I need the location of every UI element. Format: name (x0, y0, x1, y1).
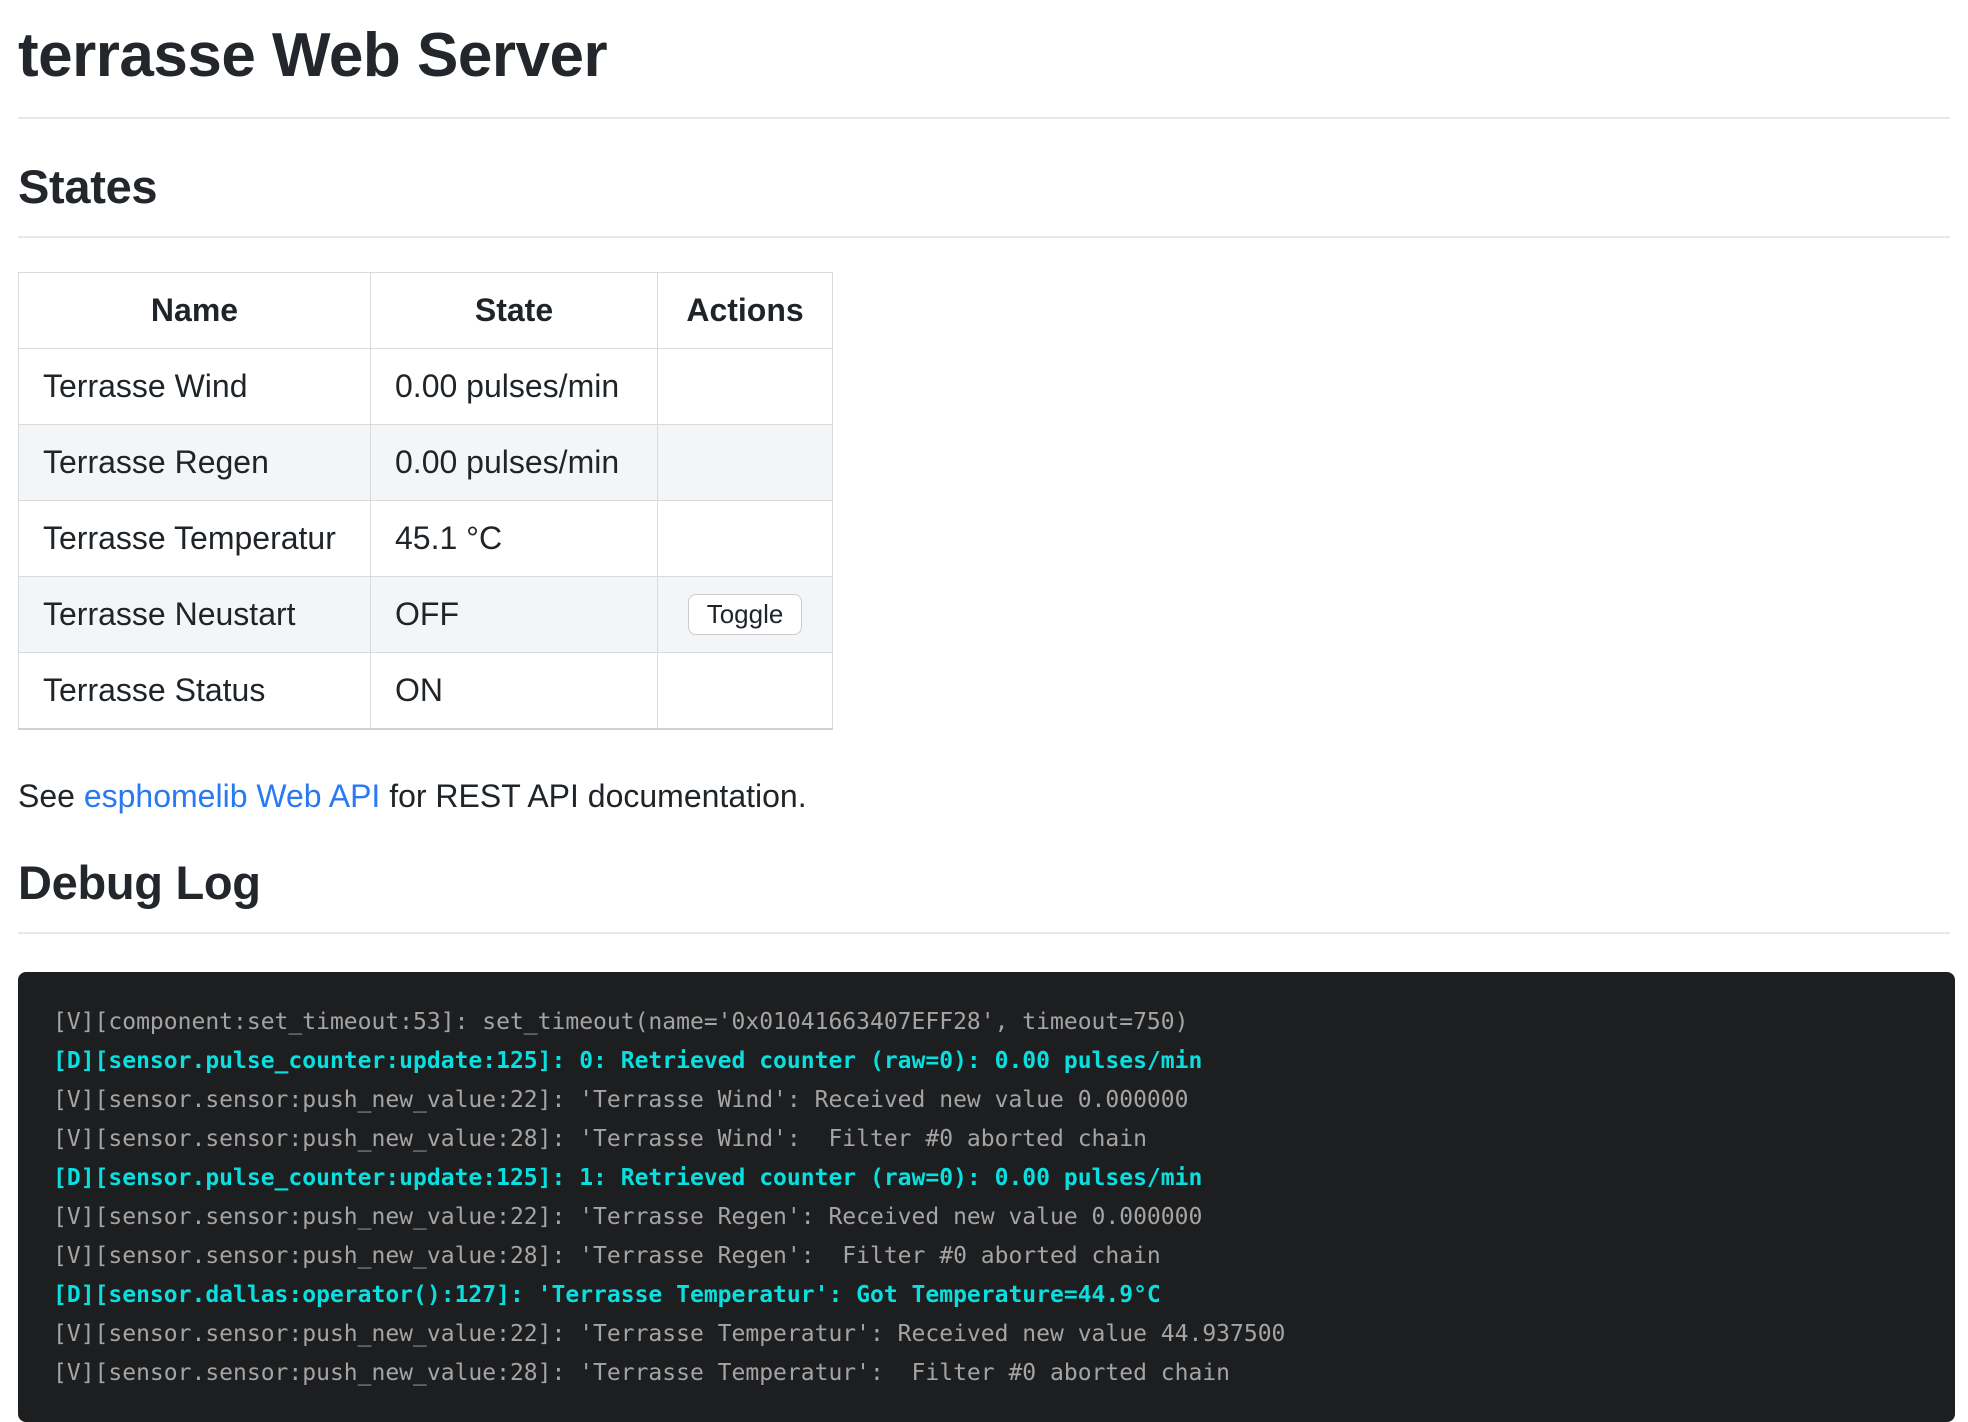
column-header-state: State (371, 273, 658, 349)
states-section-title: States (18, 159, 1950, 214)
log-line: [D][sensor.pulse_counter:update:125]: 0:… (53, 1042, 1955, 1081)
log-line: [V][sensor.sensor:push_new_value:22]: 'T… (53, 1198, 1955, 1237)
log-line: [V][sensor.sensor:push_new_value:28]: 'T… (53, 1237, 1955, 1276)
state-value: 0.00 pulses/min (371, 349, 658, 425)
log-line: [V][sensor.sensor:push_new_value:28]: 'T… (53, 1354, 1955, 1393)
log-line: [D][sensor.pulse_counter:update:125]: 1:… (53, 1159, 1955, 1198)
state-name: Terrasse Status (19, 653, 371, 730)
state-actions (658, 349, 833, 425)
states-divider (18, 236, 1950, 238)
toggle-button[interactable]: Toggle (688, 594, 803, 635)
state-actions (658, 425, 833, 501)
state-name: Terrasse Neustart (19, 577, 371, 653)
debug-log-section-title: Debug Log (18, 855, 1950, 910)
table-header-row: Name State Actions (19, 273, 833, 349)
log-line: [V][sensor.sensor:push_new_value:28]: 'T… (53, 1120, 1955, 1159)
page-title: terrasse Web Server (18, 20, 1950, 91)
table-row: Terrasse Temperatur 45.1 °C (19, 501, 833, 577)
state-value: 45.1 °C (371, 501, 658, 577)
state-value: 0.00 pulses/min (371, 425, 658, 501)
state-name: Terrasse Temperatur (19, 501, 371, 577)
log-line: [D][sensor.dallas:operator():127]: 'Terr… (53, 1276, 1955, 1315)
state-value: ON (371, 653, 658, 730)
table-row: Terrasse Regen 0.00 pulses/min (19, 425, 833, 501)
column-header-actions: Actions (658, 273, 833, 349)
log-line: [V][component:set_timeout:53]: set_timeo… (53, 1003, 1955, 1042)
api-note: See esphomelib Web API for REST API docu… (18, 778, 1950, 815)
debug-log-console: [V][component:set_timeout:53]: set_timeo… (18, 972, 1955, 1422)
table-row: Terrasse Neustart OFF Toggle (19, 577, 833, 653)
states-table: Name State Actions Terrasse Wind 0.00 pu… (18, 272, 833, 730)
column-header-name: Name (19, 273, 371, 349)
api-note-prefix: See (18, 778, 84, 814)
state-value: OFF (371, 577, 658, 653)
debug-log-divider (18, 932, 1950, 934)
log-line: [V][sensor.sensor:push_new_value:22]: 'T… (53, 1315, 1955, 1354)
table-row: Terrasse Status ON (19, 653, 833, 730)
state-name: Terrasse Regen (19, 425, 371, 501)
table-row: Terrasse Wind 0.00 pulses/min (19, 349, 833, 425)
esphomelib-web-api-link[interactable]: esphomelib Web API (84, 778, 380, 814)
state-name: Terrasse Wind (19, 349, 371, 425)
title-divider (18, 117, 1950, 119)
state-actions (658, 501, 833, 577)
state-actions: Toggle (658, 577, 833, 653)
log-line: [V][sensor.sensor:push_new_value:22]: 'T… (53, 1081, 1955, 1120)
api-note-suffix: for REST API documentation. (380, 778, 806, 814)
state-actions (658, 653, 833, 730)
